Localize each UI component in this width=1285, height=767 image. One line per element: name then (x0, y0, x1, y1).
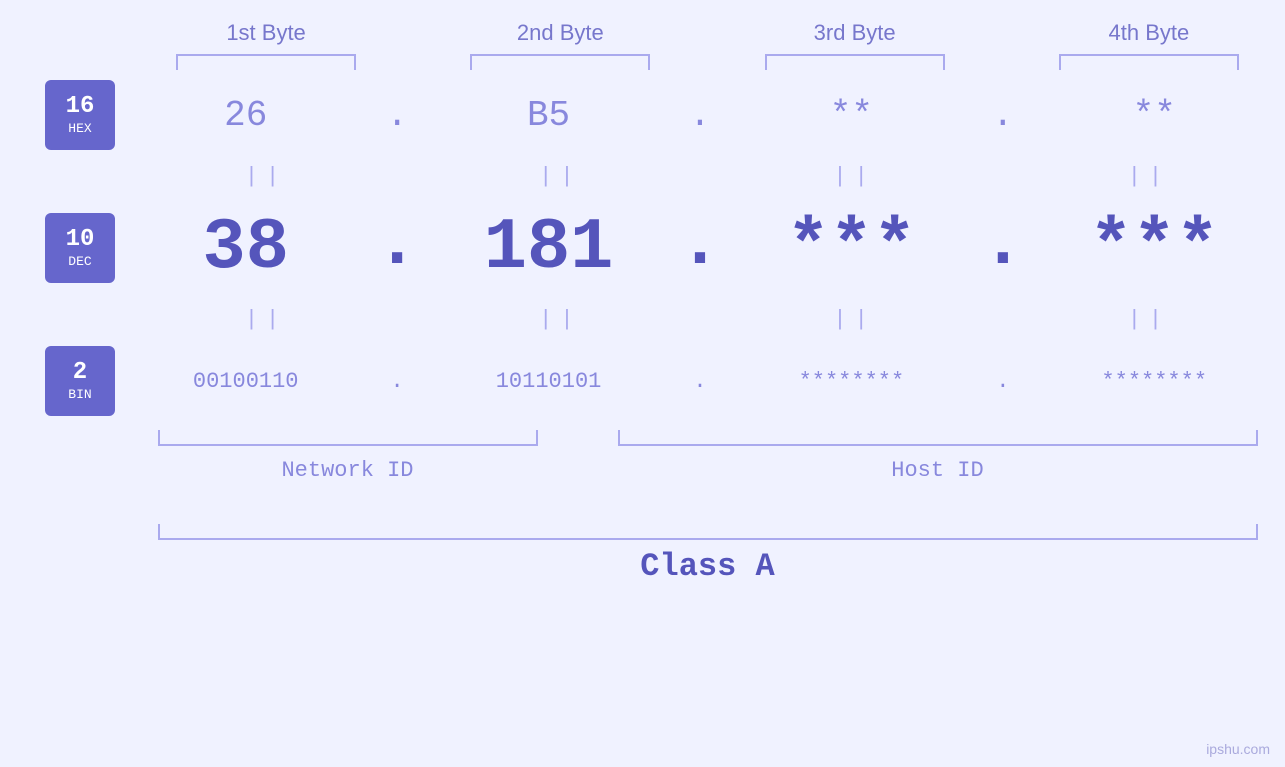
host-bracket (618, 430, 1258, 446)
bin-dot3: . (983, 369, 1023, 394)
class-label-row: Class A (158, 548, 1258, 585)
top-brackets (158, 54, 1258, 70)
bin-b1: 00100110 (156, 369, 336, 394)
sep4: || (1059, 164, 1239, 189)
network-id-label: Network ID (158, 458, 538, 483)
dec-dot2: . (680, 203, 720, 293)
bin-b2: 10110101 (459, 369, 639, 394)
dec-badge-label: DEC (68, 254, 91, 269)
dec-b1: 38 (156, 207, 336, 289)
bin-b3: ******** (761, 369, 941, 394)
bracket-b2 (470, 54, 650, 70)
hex-dot1: . (377, 95, 417, 136)
hex-b4: ** (1064, 95, 1244, 136)
dec-badge: 10 DEC (45, 213, 115, 283)
hex-b2: B5 (459, 95, 639, 136)
main-container: 1st Byte 2nd Byte 3rd Byte 4th Byte 16 H… (0, 0, 1285, 767)
hex-badge-label: HEX (68, 121, 91, 136)
bin-b4: ******** (1064, 369, 1244, 394)
bin-row: 2 BIN 00100110 . 10110101 . ******** . *… (0, 336, 1285, 426)
hex-b1: 26 (156, 95, 336, 136)
hex-badge: 16 HEX (45, 80, 115, 150)
sep-dec-bin: || || || || (158, 307, 1258, 332)
hex-b3: ** (761, 95, 941, 136)
sep3: || (765, 164, 945, 189)
dec-b3: *** (761, 207, 941, 289)
bottom-brackets (158, 430, 1258, 450)
sep-hex-dec: || || || || (158, 164, 1258, 189)
dec-dot3: . (983, 203, 1023, 293)
bracket-b3 (765, 54, 945, 70)
dec-values-area: 38 . 181 . *** . *** (115, 203, 1285, 293)
hex-row: 16 HEX 26 . B5 . ** . ** (0, 70, 1285, 160)
class-bracket-area (158, 524, 1258, 540)
watermark: ipshu.com (1206, 741, 1270, 757)
bin-dot2: . (680, 369, 720, 394)
sep8: || (1059, 307, 1239, 332)
sep7: || (765, 307, 945, 332)
dec-dot1: . (377, 203, 417, 293)
dec-b2: 181 (459, 207, 639, 289)
sep5: || (176, 307, 356, 332)
bin-dot1: . (377, 369, 417, 394)
byte4-header: 4th Byte (1059, 20, 1239, 46)
dec-badge-num: 10 (66, 228, 95, 252)
sep1: || (176, 164, 356, 189)
dec-b4: *** (1064, 207, 1244, 289)
bracket-b1 (176, 54, 356, 70)
bin-badge-label: BIN (68, 387, 91, 402)
byte-headers: 1st Byte 2nd Byte 3rd Byte 4th Byte (158, 0, 1258, 46)
hex-badge-num: 16 (66, 95, 95, 119)
hex-dot3: . (983, 95, 1023, 136)
bin-badge: 2 BIN (45, 346, 115, 416)
class-label: Class A (640, 548, 774, 585)
bracket-b4 (1059, 54, 1239, 70)
hex-values-area: 26 . B5 . ** . ** (115, 95, 1285, 136)
bin-values-area: 00100110 . 10110101 . ******** . *******… (115, 369, 1285, 394)
host-id-label: Host ID (618, 458, 1258, 483)
byte2-header: 2nd Byte (470, 20, 650, 46)
labels-row: Network ID Host ID (158, 458, 1258, 488)
bin-badge-num: 2 (73, 361, 87, 385)
hex-dot2: . (680, 95, 720, 136)
sep6: || (470, 307, 650, 332)
dec-row: 10 DEC 38 . 181 . *** . *** (0, 193, 1285, 303)
byte3-header: 3rd Byte (765, 20, 945, 46)
sep2: || (470, 164, 650, 189)
class-bracket (158, 524, 1258, 540)
byte1-header: 1st Byte (176, 20, 356, 46)
network-bracket (158, 430, 538, 446)
